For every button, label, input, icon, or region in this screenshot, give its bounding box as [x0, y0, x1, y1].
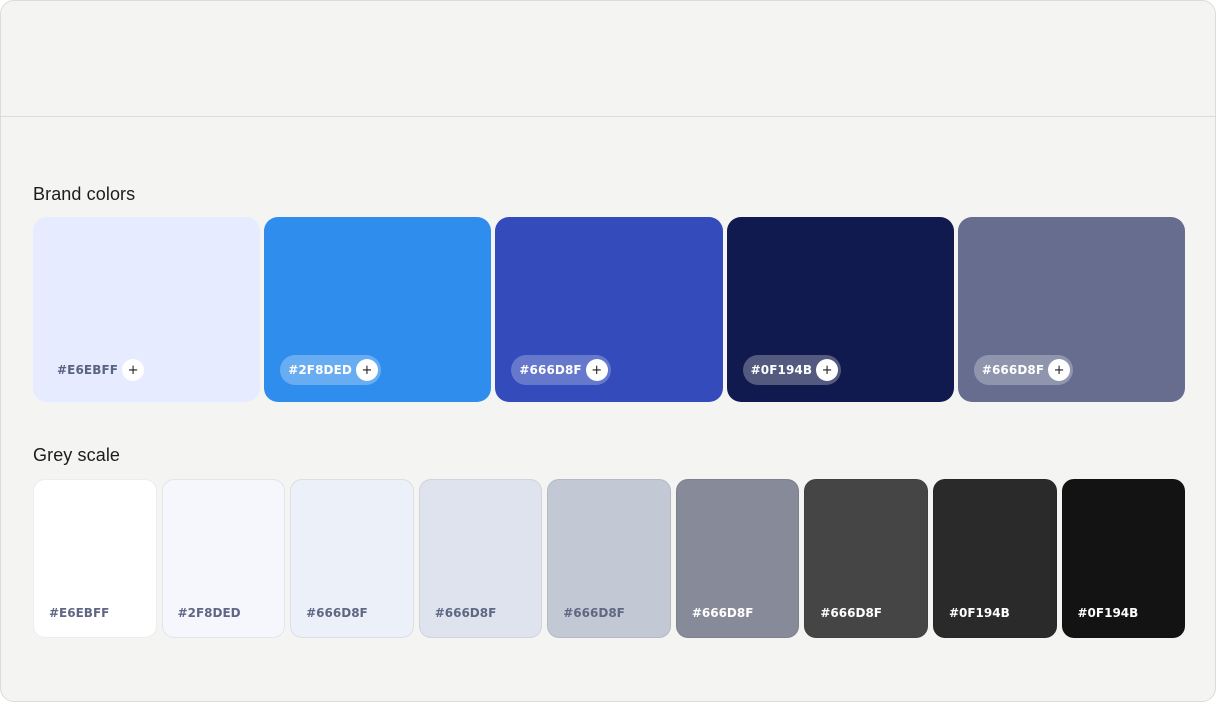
card-header — [1, 1, 1215, 117]
color-code-label: #666D8F — [981, 363, 1045, 377]
color-code-chip[interactable]: #0F194B + — [742, 355, 842, 385]
color-code-label: #666D8F — [519, 363, 582, 377]
brand-swatch[interactable]: #0F194B + — [726, 217, 954, 402]
color-code-label: #666D8F — [820, 606, 882, 620]
brand-swatch[interactable]: #2F8DED + — [264, 217, 492, 402]
add-icon[interactable]: + — [1048, 359, 1071, 381]
color-code-label: #E6EBFF — [57, 363, 119, 377]
grey-swatch[interactable]: #666D8F — [547, 479, 671, 638]
grey-swatch[interactable]: #666D8F — [804, 479, 928, 638]
grey-swatch[interactable]: #0F194B — [1061, 479, 1186, 638]
add-icon[interactable]: + — [122, 359, 145, 381]
color-code-chip[interactable]: #2F8DED + — [280, 355, 381, 385]
color-code-label: #666D8F — [434, 606, 497, 620]
color-code-label: #E6EBFF — [49, 606, 110, 620]
color-code-label: #2F8DED — [288, 363, 352, 377]
color-code-chip[interactable]: #666D8F + — [973, 355, 1074, 385]
grey-swatch[interactable]: #666D8F — [290, 479, 414, 638]
brand-swatch[interactable]: #666D8F + — [957, 217, 1186, 402]
brand-swatch[interactable]: #E6EBFF + — [33, 217, 261, 402]
add-icon[interactable]: + — [355, 359, 378, 381]
grey-scale-row: #E6EBFF #2F8DED #666D8F #666D8F #666D8F #666D… — [33, 479, 1186, 638]
add-icon[interactable]: + — [585, 359, 608, 381]
grey-swatch[interactable]: #2F8DED — [161, 479, 286, 638]
grey-swatch[interactable]: #0F194B — [932, 479, 1057, 638]
brand-colors-title: Brand colors — [33, 184, 136, 204]
brand-swatch[interactable]: #666D8F + — [495, 217, 723, 402]
palette-card: Brand colors #E6EBFF + #2F8DED + #666D8F + #0F… — [0, 0, 1216, 702]
add-icon[interactable]: + — [816, 359, 839, 381]
color-code-label: #666D8F — [691, 606, 754, 620]
color-code-label: #0F194B — [1077, 606, 1139, 620]
brand-colors-row: #E6EBFF + #2F8DED + #666D8F + #0F194B + #666D8F + — [33, 217, 1186, 402]
color-code-label: #666D8F — [563, 606, 625, 620]
color-code-chip[interactable]: #E6EBFF + — [49, 355, 147, 385]
color-code-label: #666D8F — [306, 606, 368, 620]
color-code-chip[interactable]: #666D8F + — [511, 355, 611, 385]
color-code-label: #0F194B — [948, 606, 1010, 620]
color-code-label: #2F8DED — [177, 606, 241, 620]
grey-swatch[interactable]: #E6EBFF — [33, 479, 157, 638]
grey-swatch[interactable]: #666D8F — [418, 479, 543, 638]
grey-scale-title: Grey scale — [33, 445, 121, 465]
grey-swatch[interactable]: #666D8F — [675, 479, 800, 638]
color-code-label: #0F194B — [750, 363, 813, 377]
